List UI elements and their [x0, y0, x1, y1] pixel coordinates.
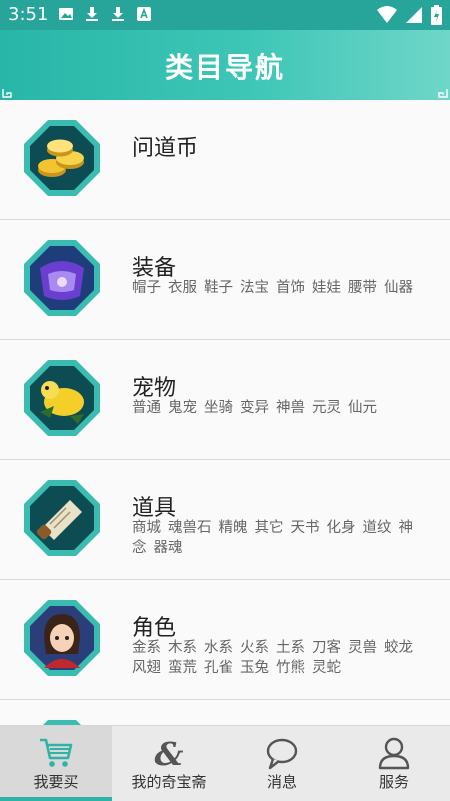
subcategory-link[interactable]: 法宝	[240, 280, 269, 296]
subcategory-link[interactable]: 灵兽	[348, 640, 377, 656]
page-title: 类目导航	[164, 51, 285, 84]
signal-icon	[406, 7, 422, 23]
category-item-equipment[interactable]: 装备 帽子 衣服 鞋子 法宝 首饰 娃娃 腰带 仙器	[0, 220, 450, 340]
subcategory-link[interactable]: 道纹	[363, 520, 392, 536]
subcategory-link[interactable]: 首饰	[276, 280, 305, 296]
subcategory-link[interactable]: 刀客	[312, 640, 341, 656]
subcategory-list: 金系 木系 水系 火系 土系 刀客 灵兽 蛟龙风翅 蛮荒 孔雀 玉兔 竹熊 灵蛇	[132, 638, 432, 678]
coins-icon	[24, 120, 100, 196]
category-list[interactable]: 问道币 装备 帽子 衣服 鞋子 法宝 首饰 娃娃 腰带 仙器 宠物 普通 鬼宠 坐骑 变异 神兽 元灵仙…	[0, 100, 450, 725]
subcategory-link[interactable]: 衣服	[168, 280, 197, 296]
subcategory-link[interactable]: 仙器	[384, 280, 413, 296]
tab-service[interactable]: 服务	[338, 726, 450, 801]
subcategory-link[interactable]: 鞋子	[204, 280, 233, 296]
app-notification-icon	[137, 7, 151, 21]
wifi-icon	[377, 6, 397, 23]
tab-label: 我的奇宝斋	[131, 773, 207, 791]
category-item-characters[interactable]: 角色 金系 木系 水系 火系 土系 刀客 灵兽 蛟龙风翅 蛮荒 孔雀 玉兔 竹熊 灵蛇	[0, 580, 450, 700]
subcategory-link[interactable]: 土系	[276, 640, 305, 656]
subcategory-link[interactable]: 灵蛇	[312, 660, 341, 676]
status-bar: 3:51	[0, 0, 450, 30]
person-icon	[378, 737, 410, 770]
subcategory-link[interactable]: 火系	[240, 640, 269, 656]
category-name: 问道币	[132, 136, 199, 161]
subcategory-link[interactable]: 腰带	[348, 280, 377, 296]
subcategory-list: 商城 魂兽石 精魄 其它 天书 化身 道纹 神念 器魂	[132, 518, 432, 558]
battery-icon	[431, 5, 442, 25]
subcategory-link[interactable]: 精魄	[219, 520, 248, 536]
corner-ornament-left	[2, 89, 12, 98]
subcategory-link[interactable]: 竹熊	[276, 660, 305, 676]
subcategory-link[interactable]: 器魂	[154, 540, 183, 556]
subcategory-link[interactable]: 水系	[204, 640, 233, 656]
character-icon	[24, 600, 100, 676]
subcategory-link[interactable]: 商城	[132, 520, 161, 536]
download-notification-icon	[86, 7, 98, 21]
subcategory-link[interactable]: 蛟龙	[384, 640, 413, 656]
subcategory-link[interactable]: 变异	[240, 400, 269, 416]
subcategory-link[interactable]: 元灵	[312, 400, 341, 416]
subcategory-link[interactable]: 其它	[255, 520, 284, 536]
pet-icon	[24, 360, 100, 436]
category-item-pets[interactable]: 宠物 普通 鬼宠 坐骑 变异 神兽 元灵 仙元	[0, 340, 450, 460]
category-item-coins[interactable]: 问道币	[0, 100, 450, 220]
subcategory-list: 普通 鬼宠 坐骑 变异 神兽 元灵 仙元	[132, 398, 432, 418]
subcategory-link[interactable]: 娃娃	[312, 280, 341, 296]
tab-messages[interactable]: 消息	[226, 726, 338, 801]
category-item-props[interactable]: 道具 商城 魂兽石 精魄 其它 天书 化身 道纹 神念 器魂	[0, 460, 450, 580]
tab-buy[interactable]: 我要买	[0, 726, 112, 801]
bottom-tab-bar: 我要买 & 我的奇宝斋 消息 服务	[0, 725, 450, 801]
download-notification-icon-2	[112, 7, 124, 21]
subcategory-link[interactable]: 神兽	[276, 400, 305, 416]
subcategory-link[interactable]: 帽子	[132, 280, 161, 296]
active-tab-indicator	[0, 797, 112, 801]
tab-my-treasure[interactable]: & 我的奇宝斋	[112, 726, 226, 801]
subcategory-link[interactable]: 玉兔	[240, 660, 269, 676]
tab-label: 服务	[378, 773, 409, 791]
subcategory-link[interactable]: 仙元	[348, 400, 377, 416]
category-badge-icon	[43, 720, 81, 725]
equipment-icon	[24, 240, 100, 316]
subcategory-link[interactable]: 蛮荒	[168, 660, 197, 676]
status-time: 3:51	[8, 4, 49, 25]
tab-label: 消息	[266, 773, 297, 791]
tab-label: 我要买	[33, 773, 79, 791]
subcategory-link[interactable]: 魂兽石	[168, 520, 212, 536]
subcategory-link[interactable]: 化身	[327, 520, 356, 536]
subcategory-link[interactable]: 孔雀	[204, 660, 233, 676]
ampersand-icon: &	[155, 736, 184, 770]
subcategory-link[interactable]: 鬼宠	[168, 400, 197, 416]
scroll-icon	[24, 480, 100, 556]
chat-bubble-icon	[266, 738, 298, 770]
subcategory-link[interactable]: 风翅	[132, 660, 161, 676]
subcategory-link[interactable]: 天书	[291, 520, 320, 536]
subcategory-list: 帽子 衣服 鞋子 法宝 首饰 娃娃 腰带 仙器	[132, 278, 432, 298]
cart-icon	[40, 738, 73, 767]
page-header: 类目导航	[0, 30, 450, 100]
category-item-partial[interactable]	[0, 700, 450, 725]
corner-ornament-right	[438, 89, 448, 98]
svg-text:&: &	[155, 736, 184, 770]
subcategory-link[interactable]: 普通	[132, 400, 161, 416]
gallery-notification-icon	[59, 8, 73, 20]
subcategory-link[interactable]: 金系	[132, 640, 161, 656]
subcategory-link[interactable]: 坐骑	[204, 400, 233, 416]
subcategory-link[interactable]: 木系	[168, 640, 197, 656]
